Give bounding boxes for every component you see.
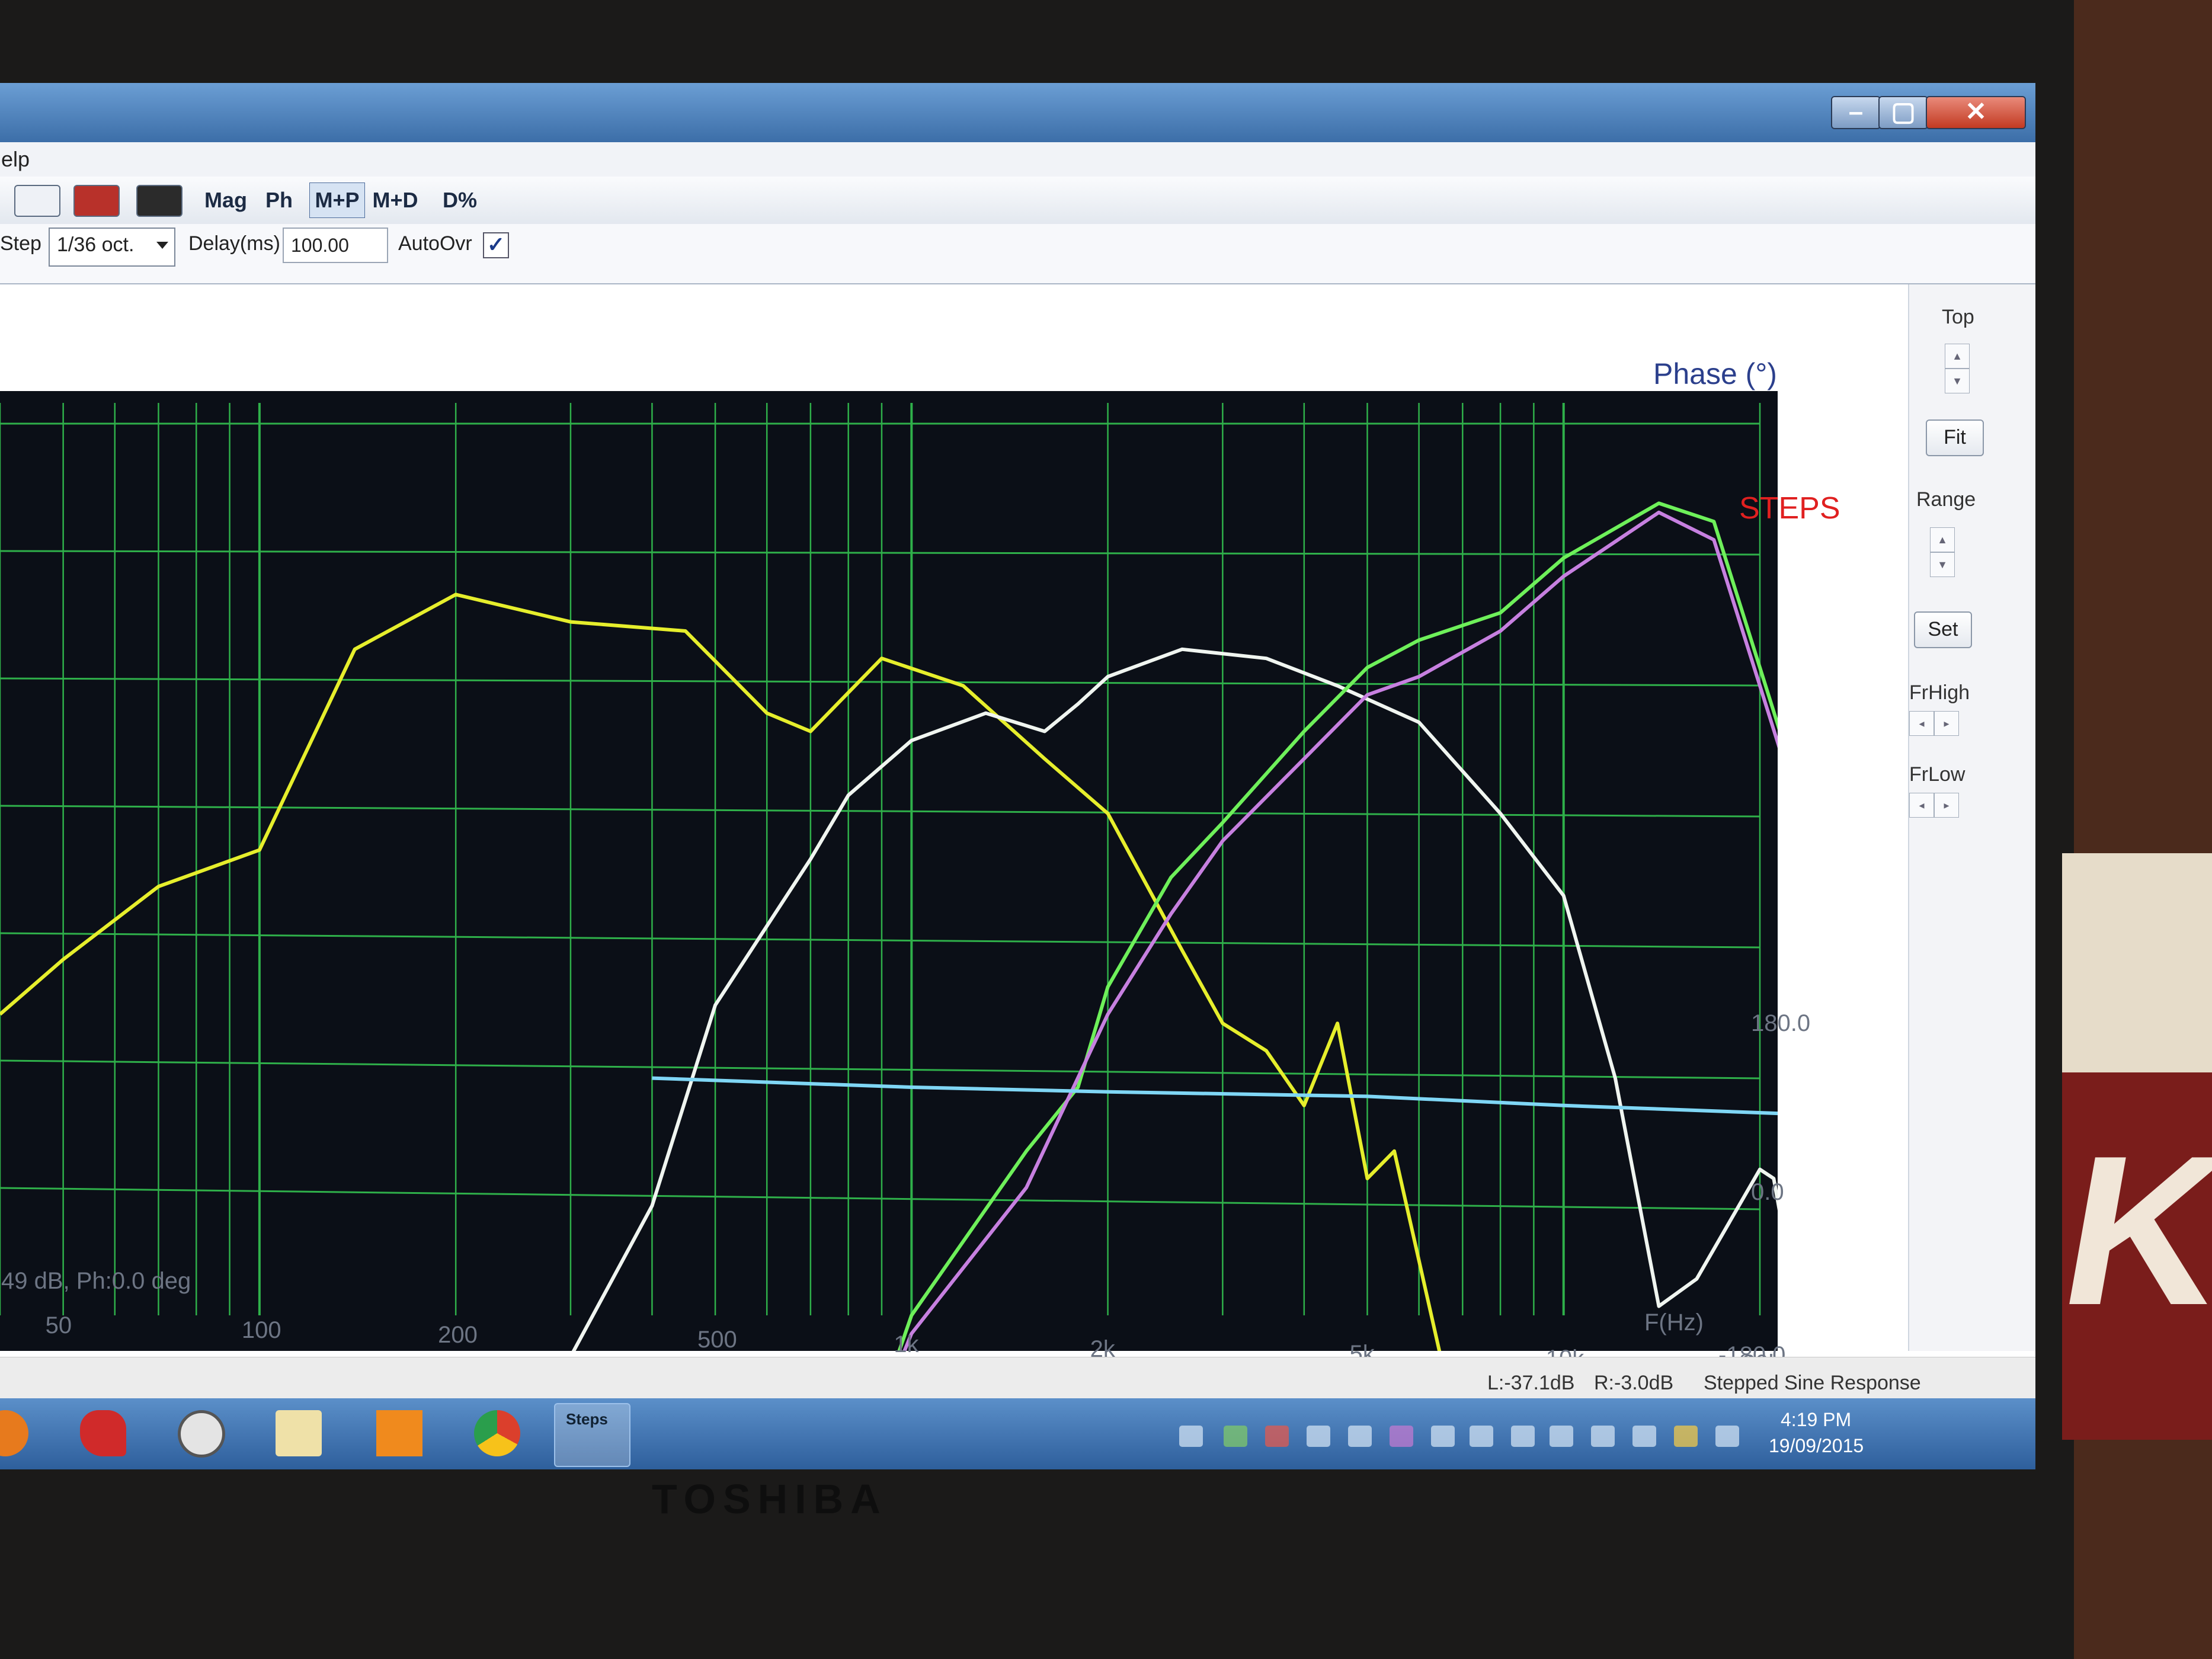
tray-display-icon[interactable]: [1470, 1426, 1493, 1447]
x-tick-label: 1k: [894, 1331, 919, 1357]
x-tick-label: 50: [45, 1312, 72, 1338]
frlow-left-arrow-icon[interactable]: ◂: [1909, 793, 1934, 818]
step-select[interactable]: 1/36 oct.: [49, 228, 175, 267]
grid-line-horizontal: [0, 1059, 1760, 1080]
chevron-down-icon: [156, 242, 168, 249]
screen: – ▢ ✕ elp Mag Ph M+P M+D D% Step 1/36 oc…: [0, 83, 2035, 1469]
range-label: Range: [1916, 488, 1976, 511]
maximize-button[interactable]: ▢: [1878, 96, 1928, 129]
close-button[interactable]: ✕: [1926, 96, 2026, 129]
range-up-arrow-icon[interactable]: ▲: [1930, 527, 1955, 552]
distortion-button[interactable]: D%: [438, 182, 481, 218]
x-tick-label: 200: [438, 1322, 478, 1348]
frlow-right-arrow-icon[interactable]: ▸: [1934, 793, 1959, 818]
series-line-2: [458, 647, 1814, 1469]
x-tick-label: 500: [697, 1327, 737, 1353]
waveform-icon[interactable]: [136, 185, 183, 217]
chart-title: Phase (°): [1653, 357, 1777, 390]
x-axis-label: F(Hz): [1644, 1309, 1704, 1335]
spectrum-icon[interactable]: [73, 185, 120, 217]
mag-phase-button[interactable]: M+P: [309, 182, 365, 218]
top-down-arrow-icon[interactable]: ▼: [1945, 369, 1970, 393]
mag-delay-button[interactable]: M+D: [367, 182, 423, 218]
minimize-button[interactable]: –: [1831, 96, 1881, 129]
cursor-readout: 49 dB, Ph:0.0 deg: [1, 1268, 191, 1294]
status-mode: Stepped Sine Response: [1704, 1372, 1921, 1394]
folder-app-icon[interactable]: [276, 1410, 322, 1456]
clock-time[interactable]: 4:19 PM: [1781, 1409, 1851, 1431]
series-line-4: [854, 510, 1813, 1469]
tray-volume-icon[interactable]: [1715, 1426, 1739, 1447]
y2-tick-label: 180.0: [1751, 1010, 1811, 1036]
tray-copy-icon[interactable]: [1550, 1426, 1573, 1447]
grid-line-horizontal: [0, 1187, 1760, 1210]
status-right-level: R:-3.0dB: [1594, 1372, 1674, 1394]
tray-refresh-icon[interactable]: [1265, 1426, 1289, 1447]
toolbar: Mag Ph M+P M+D D%: [0, 177, 2035, 225]
chart[interactable]: [0, 391, 1814, 1469]
clock-date[interactable]: 19/09/2015: [1769, 1435, 1864, 1457]
fit-button[interactable]: Fit: [1926, 419, 1984, 456]
range-down-arrow-icon[interactable]: ▼: [1930, 552, 1955, 577]
tray-network-icon[interactable]: [1307, 1426, 1330, 1447]
tray-usb-icon[interactable]: [1511, 1426, 1535, 1447]
steps-task-label: Steps: [566, 1410, 608, 1428]
title-bar: – ▢ ✕: [0, 83, 2035, 142]
tray-chart-icon[interactable]: [1224, 1426, 1247, 1447]
top-up-arrow-icon[interactable]: ▲: [1945, 344, 1970, 369]
phase-button[interactable]: Ph: [261, 182, 297, 218]
autoovr-label: AutoOvr: [398, 232, 472, 255]
frhigh-label: FrHigh: [1909, 681, 1970, 704]
series-line-1: [0, 592, 1497, 1469]
step-select-value: 1/36 oct.: [57, 233, 135, 256]
status-left-level: L:-37.1dB: [1487, 1372, 1575, 1394]
delay-label: Delay(ms): [188, 232, 280, 255]
vlc-app-icon[interactable]: [376, 1410, 422, 1456]
tray-window-icon[interactable]: [1179, 1426, 1203, 1447]
frhigh-right-arrow-icon[interactable]: ▸: [1934, 711, 1959, 736]
delay-input[interactable]: [283, 228, 388, 263]
tray-monitor-icon[interactable]: [1431, 1426, 1455, 1447]
menu-item-help[interactable]: elp: [1, 147, 30, 172]
tray-app-icon[interactable]: [1390, 1426, 1413, 1447]
generator-icon[interactable]: [14, 185, 60, 217]
steps-task-button[interactable]: Steps: [554, 1403, 630, 1467]
set-button[interactable]: Set: [1914, 611, 1972, 648]
step-label: Step: [0, 232, 41, 255]
menu-bar: elp: [0, 142, 2035, 177]
laptop-brand: TOSHIBA: [652, 1476, 888, 1522]
top-label: Top: [1942, 306, 1974, 328]
autoovr-checkbox[interactable]: ✓: [483, 232, 509, 258]
tray-signal-icon[interactable]: [1674, 1426, 1698, 1447]
clock-app-icon[interactable]: [178, 1410, 225, 1458]
chrome-app-icon[interactable]: [474, 1410, 520, 1456]
tray-pin-icon[interactable]: [1632, 1426, 1656, 1447]
grid-line-horizontal: [0, 677, 1760, 687]
y2-tick-label: 0.0: [1751, 1179, 1784, 1205]
mag-button[interactable]: Mag: [199, 182, 253, 218]
frhigh-left-arrow-icon[interactable]: ◂: [1909, 711, 1934, 736]
grid-line-horizontal: [0, 550, 1760, 556]
tray-flag-icon[interactable]: [1591, 1426, 1615, 1447]
frlow-label: FrLow: [1909, 763, 1965, 786]
chart-svg: [0, 403, 1814, 1469]
series-line-3: [856, 501, 1813, 1469]
x-tick-label: 100: [241, 1317, 281, 1343]
series-line-5: [652, 1076, 1812, 1117]
grid-line-horizontal: [0, 932, 1760, 949]
pin-app-icon[interactable]: [80, 1410, 126, 1456]
control-panel: Top ▲ ▼ Fit Range ▲ ▼ Set FrHigh ◂ ▸ FrL…: [1908, 284, 2035, 1351]
steps-badge: STEPS: [1739, 492, 1840, 526]
tray-windows-icon[interactable]: [1348, 1426, 1372, 1447]
